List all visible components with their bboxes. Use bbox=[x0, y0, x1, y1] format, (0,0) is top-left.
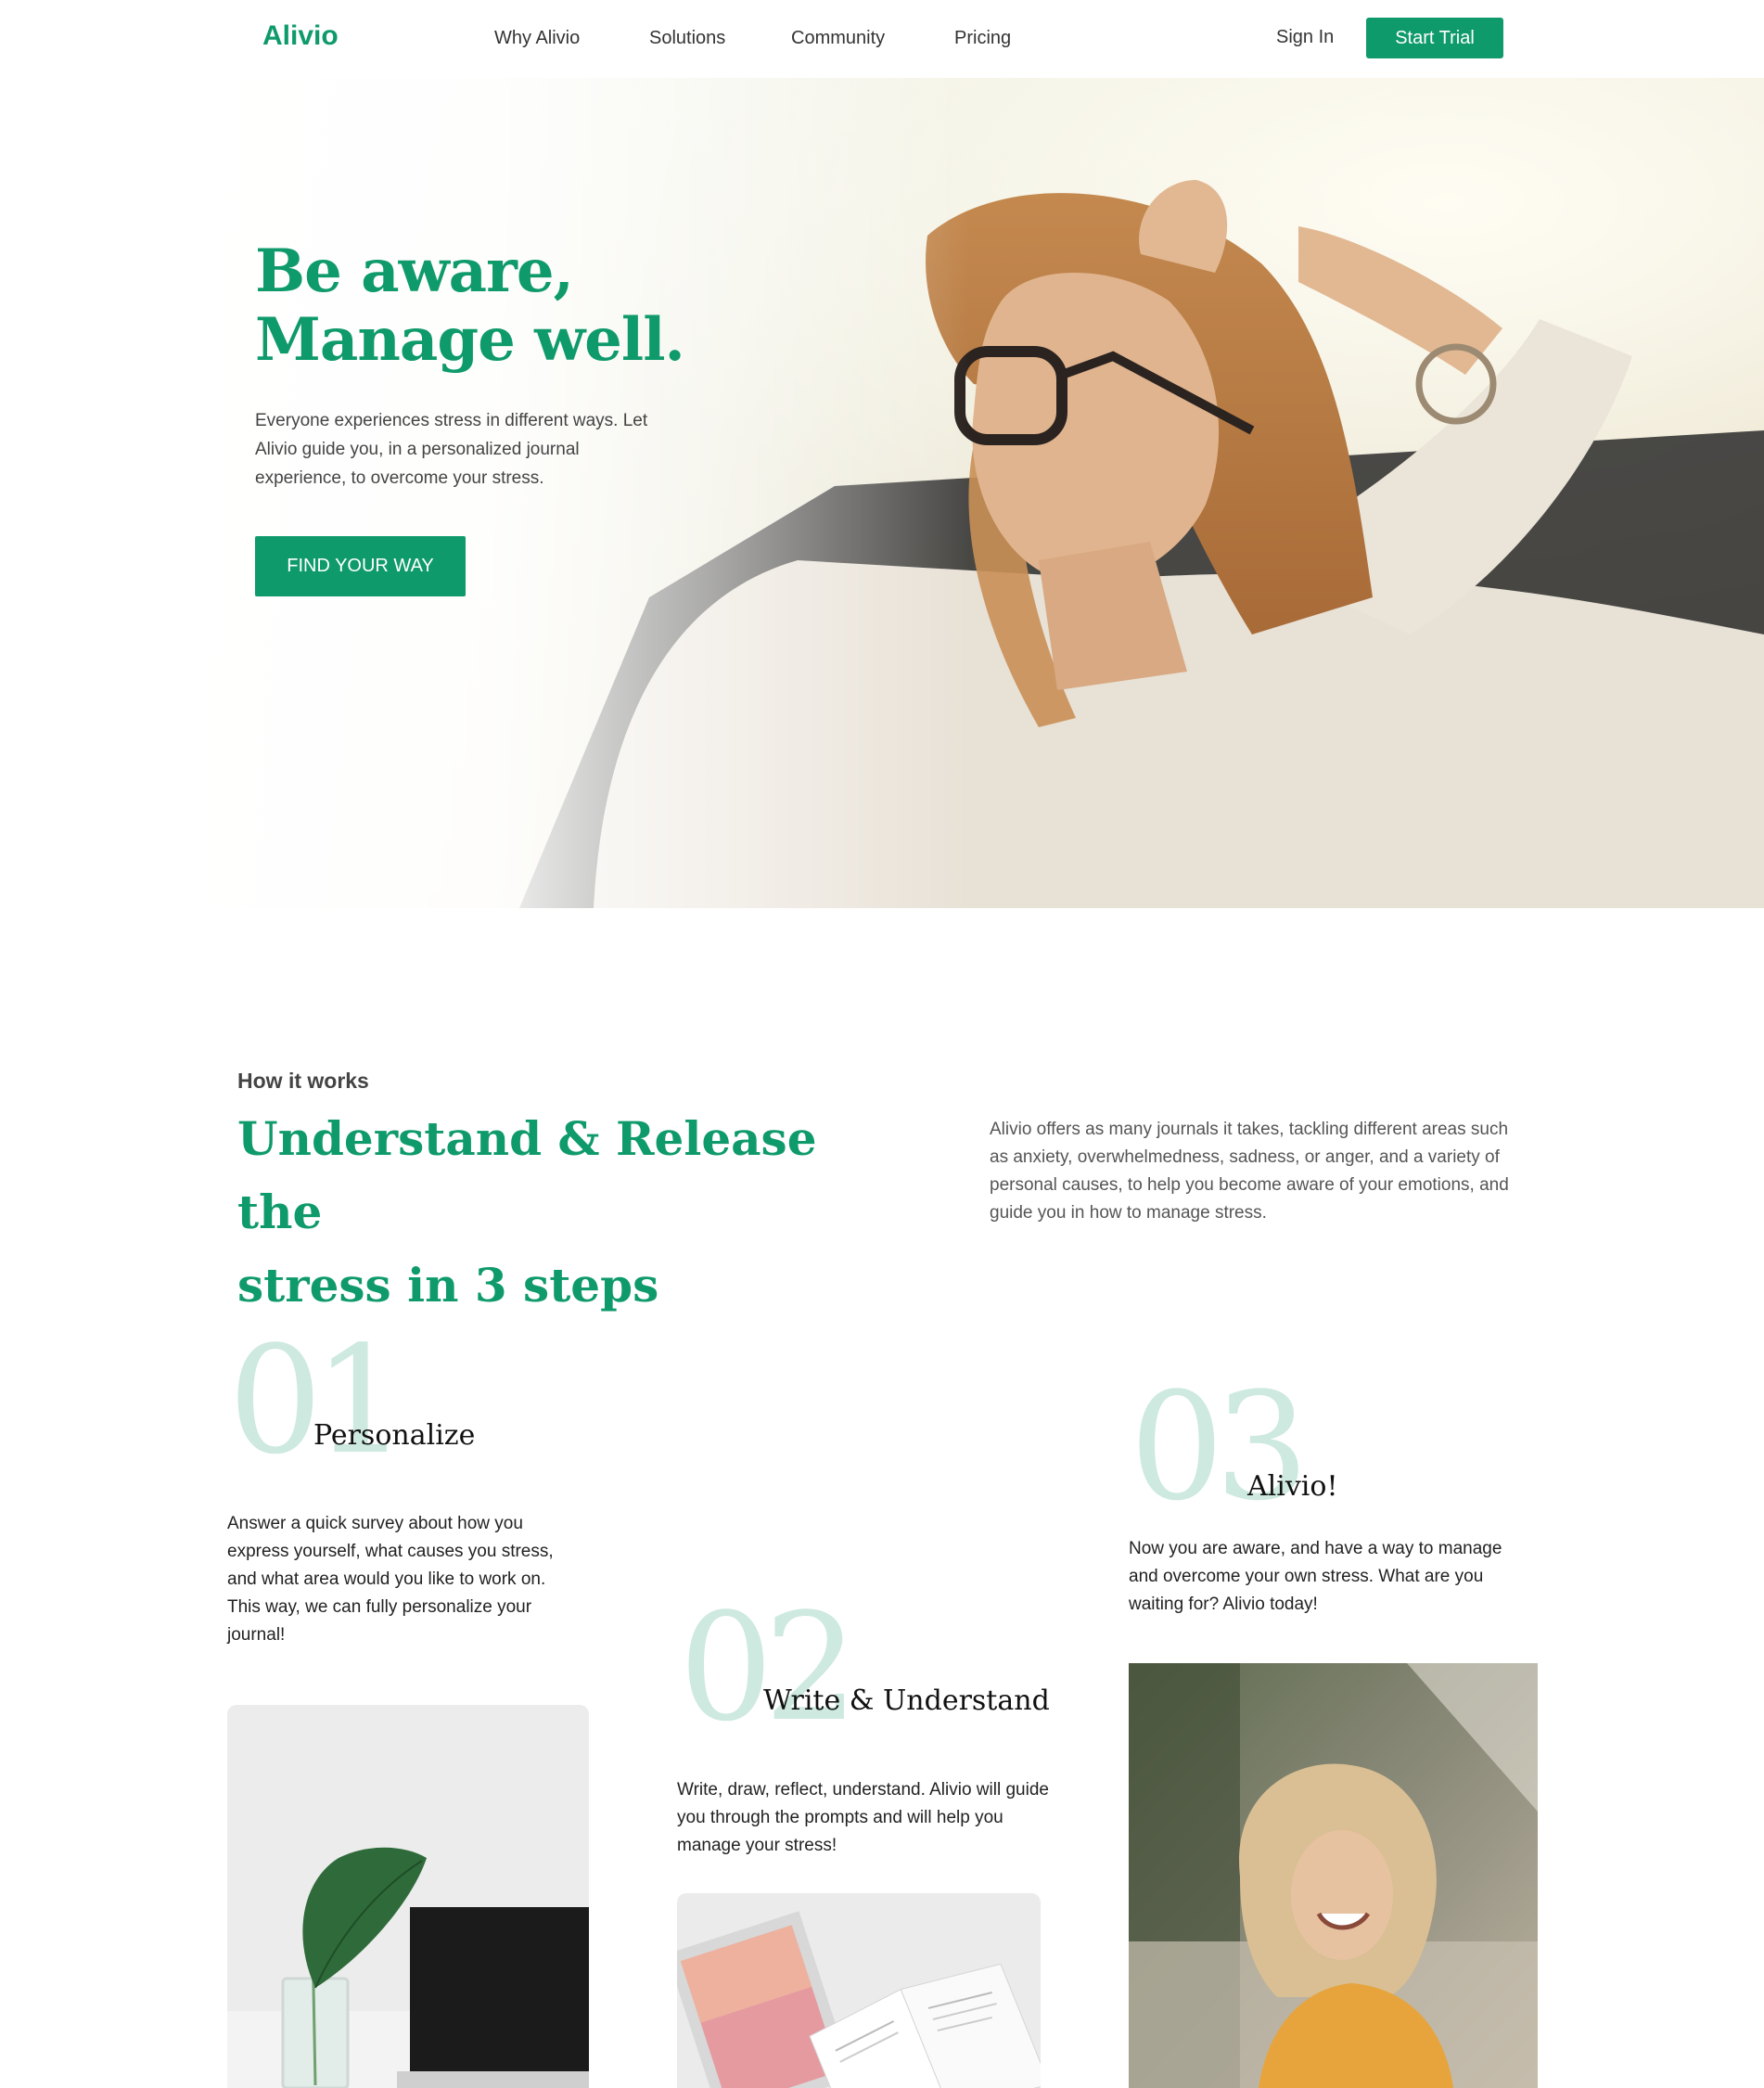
hero-description: Everyone experiences stress in different… bbox=[255, 411, 648, 488]
how-it-works-title: Understand & Release the stress in 3 ste… bbox=[237, 1102, 887, 1322]
nav-link-why-alivio[interactable]: Why Alivio bbox=[494, 28, 580, 49]
how-title-line-2: stress in 3 steps bbox=[237, 1258, 659, 1313]
journal-pages-image bbox=[677, 1893, 1041, 2088]
step-description: Answer a quick survey about how you expr… bbox=[227, 1514, 554, 1645]
step-title: Alivio! bbox=[1247, 1470, 1338, 1503]
smiling-woman-illustration bbox=[1129, 1663, 1538, 2088]
logo[interactable]: Alivio bbox=[262, 20, 339, 52]
hero-title-line-2: Manage well. bbox=[255, 305, 685, 375]
journal-pages-illustration bbox=[677, 1893, 1041, 2088]
sign-in-link[interactable]: Sign In bbox=[1276, 27, 1334, 48]
hero-fade-overlay bbox=[0, 78, 1764, 908]
find-your-way-button[interactable]: FIND YOUR WAY bbox=[255, 536, 466, 596]
how-title-line-1: Understand & Release the bbox=[237, 1111, 817, 1239]
step-title: Personalize bbox=[313, 1419, 476, 1452]
nav-link-community[interactable]: Community bbox=[791, 28, 885, 49]
nav-link-solutions[interactable]: Solutions bbox=[649, 28, 725, 49]
nav-link-pricing[interactable]: Pricing bbox=[954, 28, 1011, 49]
hero-title: Be aware, Manage well. bbox=[255, 237, 685, 375]
step-title: Write & Understand bbox=[763, 1684, 1050, 1717]
how-it-works-kicker: How it works bbox=[237, 1069, 369, 1093]
step-number: 02 bbox=[679, 1581, 859, 1754]
step-description: Now you are aware, and have a way to man… bbox=[1129, 1539, 1502, 1614]
start-trial-button[interactable]: Start Trial bbox=[1366, 18, 1503, 58]
plant-and-laptop-image bbox=[227, 1705, 589, 2088]
hero-section: Be aware, Manage well. Everyone experien… bbox=[0, 78, 1764, 908]
step-description: Write, draw, reflect, understand. Alivio… bbox=[677, 1780, 1049, 1855]
smiling-woman-image bbox=[1129, 1663, 1538, 2088]
how-it-works-description: Alivio offers as many journals it takes,… bbox=[990, 1120, 1509, 1223]
plant-and-laptop-illustration bbox=[227, 1705, 589, 2088]
top-navigation: Alivio Why Alivio Solutions Community Pr… bbox=[0, 0, 1764, 78]
hero-title-line-1: Be aware, bbox=[255, 237, 574, 306]
step-number: 01 bbox=[228, 1313, 408, 1487]
